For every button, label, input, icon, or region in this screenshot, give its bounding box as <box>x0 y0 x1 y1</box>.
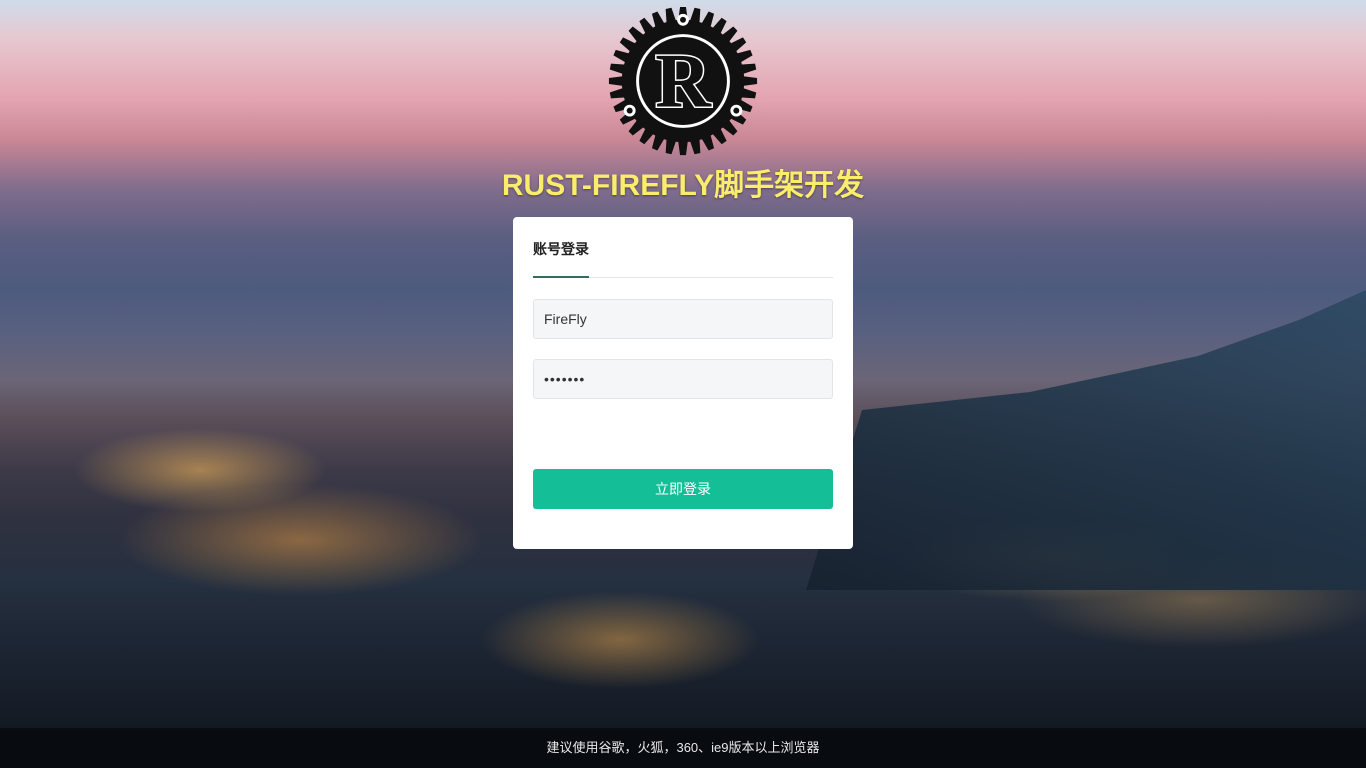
login-button[interactable]: 立即登录 <box>533 469 833 509</box>
username-input[interactable] <box>533 299 833 339</box>
tab-account-login[interactable]: 账号登录 <box>533 239 589 278</box>
footer-browser-notice: 建议使用谷歌，火狐，360、ie9版本以上浏览器 <box>0 728 1366 768</box>
page-title: RUST-FIREFLY脚手架开发 <box>501 169 865 202</box>
logo-letter: R <box>655 38 712 124</box>
login-card: 账号登录 立即登录 <box>513 217 853 549</box>
password-input[interactable] <box>533 359 833 399</box>
rust-logo-icon: R <box>608 6 758 156</box>
login-tabs: 账号登录 <box>533 217 833 278</box>
background-mountain <box>806 290 1366 590</box>
